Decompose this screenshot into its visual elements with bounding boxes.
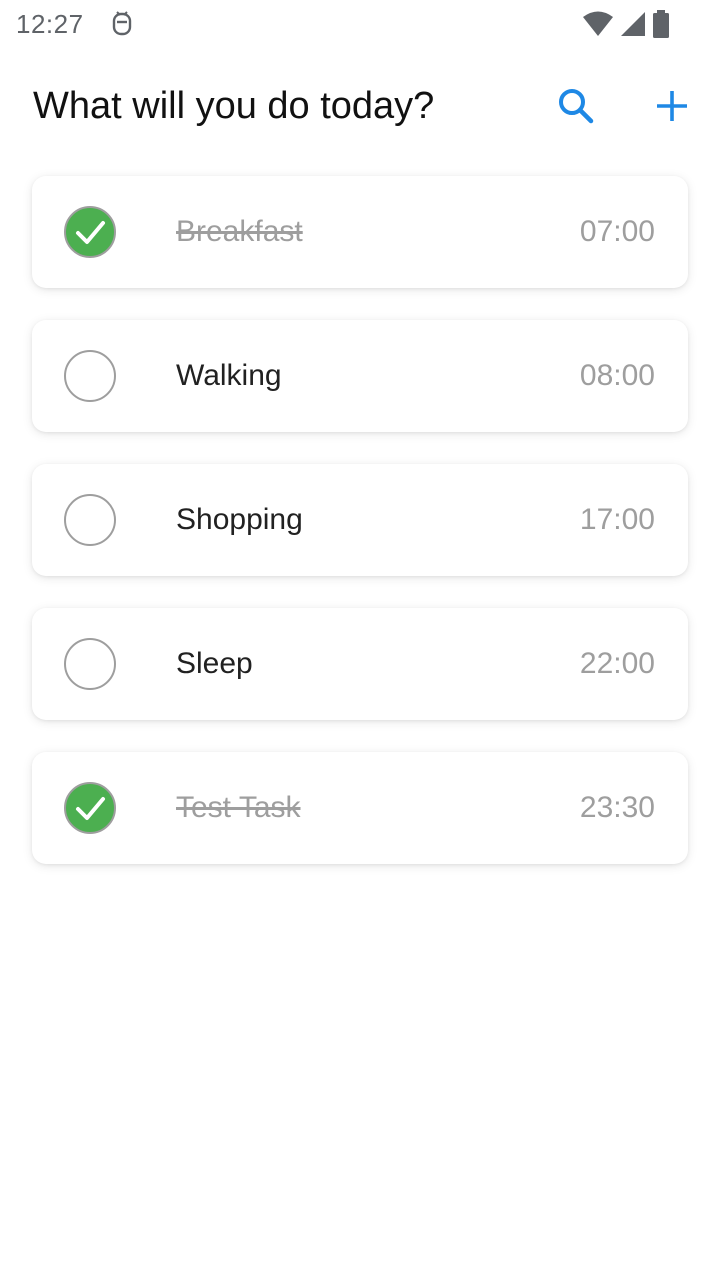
task-time: 17:00: [579, 503, 655, 536]
status-time: 12:27: [16, 9, 84, 39]
page-title: What will you do today?: [33, 85, 435, 127]
task-label: Sleep: [176, 647, 253, 680]
task-time: 07:00: [579, 215, 655, 248]
task-label: Shopping: [176, 503, 303, 536]
checkmark-icon: [76, 797, 105, 820]
task-card[interactable]: Test Task 23:30: [32, 752, 688, 864]
cellular-signal-icon: [620, 11, 646, 37]
task-label: Breakfast: [176, 215, 303, 248]
task-label: Walking: [176, 359, 282, 392]
app-header: What will you do today?: [0, 60, 720, 150]
checkmark-icon: [76, 221, 105, 244]
task-checkbox[interactable]: [64, 638, 116, 690]
battery-icon: [652, 10, 670, 38]
search-button[interactable]: [550, 80, 602, 132]
search-icon: [559, 89, 594, 124]
task-card[interactable]: Shopping 17:00: [32, 464, 688, 576]
task-checkbox[interactable]: [64, 206, 116, 258]
task-card[interactable]: Sleep 22:00: [32, 608, 688, 720]
task-list: Breakfast 07:00 Walking 08:00 Shopping 1…: [32, 176, 688, 896]
task-checkbox[interactable]: [64, 494, 116, 546]
status-bar: 12:27: [0, 0, 720, 48]
task-checkbox[interactable]: [64, 782, 116, 834]
task-card[interactable]: Walking 08:00: [32, 320, 688, 432]
add-task-button[interactable]: [646, 80, 698, 132]
task-card[interactable]: Breakfast 07:00: [32, 176, 688, 288]
task-time: 08:00: [579, 359, 655, 392]
task-time: 23:30: [579, 791, 655, 824]
task-label: Test Task: [176, 791, 301, 824]
task-time: 22:00: [579, 647, 655, 680]
notification-app-icon: [108, 9, 138, 39]
status-icons: [582, 9, 670, 39]
plus-icon: [657, 91, 687, 121]
task-checkbox[interactable]: [64, 350, 116, 402]
wifi-icon: [582, 11, 614, 37]
